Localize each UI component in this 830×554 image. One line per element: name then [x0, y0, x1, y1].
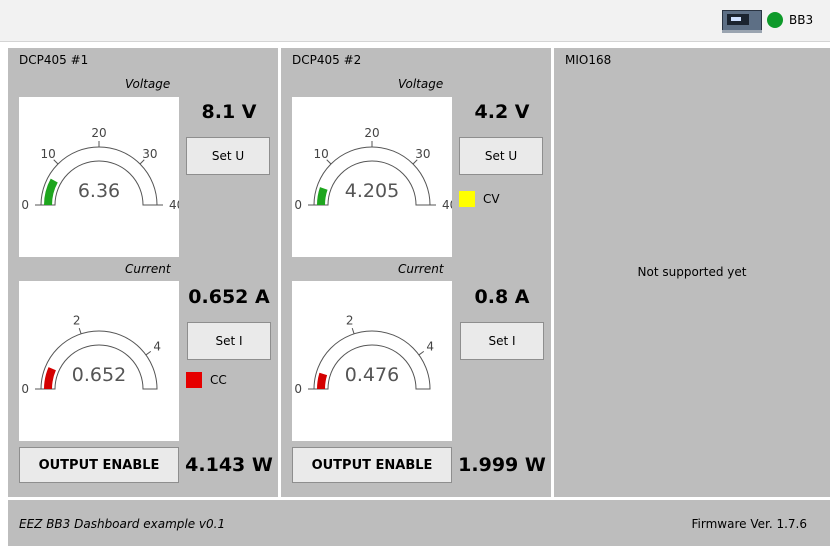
channel-panel-2: DCP405 #2 Voltage 0102030404.205 4.2 V S… — [281, 48, 551, 497]
voltage-gauge: 0 10 20 30 40 4.205 — [292, 97, 452, 257]
current-caption: Current — [125, 262, 171, 276]
channel-panel-1: DCP405 #1 Voltage 0102030406.36 8.1 V Se… — [8, 48, 278, 497]
mio-panel: MIO168 Not supported yet — [554, 48, 830, 497]
output-enable-button[interactable]: OUTPUT ENABLE — [19, 447, 179, 483]
cv-indicator-label: CV — [483, 192, 500, 206]
gauge-tick-label: 0 — [21, 198, 29, 212]
channel-title: DCP405 #1 — [19, 53, 89, 67]
set-voltage-button[interactable]: Set U — [459, 137, 543, 175]
cc-indicator-icon — [186, 372, 202, 388]
voltage-gauge-graphic: 0 10 20 30 40 6.36 — [21, 126, 179, 212]
gauge-tick — [145, 350, 152, 356]
current-caption: Current — [398, 262, 444, 276]
not-supported-message: Not supported yet — [637, 265, 747, 279]
gauge-tick-label: 20 — [364, 126, 379, 140]
gauge-tick — [351, 327, 355, 334]
gauge-tick-label: 2 — [73, 314, 81, 328]
cc-indicator-label: CC — [210, 373, 227, 387]
mio-title: MIO168 — [565, 53, 612, 67]
output-enable-button[interactable]: OUTPUT ENABLE — [292, 447, 452, 483]
set-voltage-button[interactable]: Set U — [186, 137, 270, 175]
gauge-tick — [78, 327, 82, 334]
current-reading: 0.8 A — [474, 286, 530, 308]
set-current-button[interactable]: Set I — [460, 322, 544, 360]
device-thumbnail-icon[interactable] — [722, 10, 762, 33]
current-gauge: 0 2 4 0.652 — [19, 281, 179, 441]
voltage-gauge-graphic: 0 10 20 30 40 4.205 — [294, 126, 452, 212]
gauge-tick-label: 40 — [169, 198, 179, 212]
gauge-tick-label: 30 — [142, 147, 157, 161]
gauge-tick-label: 40 — [442, 198, 452, 212]
cv-indicator-icon — [459, 191, 475, 207]
channel-title: DCP405 #2 — [292, 53, 362, 67]
gauge-tick-label: 4 — [153, 340, 161, 354]
firmware-version: Firmware Ver. 1.7.6 — [691, 517, 807, 531]
gauge-tick-label: 0 — [21, 382, 29, 396]
gauge-value-label: 0.652 — [72, 364, 126, 386]
gauge-value-label: 6.36 — [78, 180, 120, 202]
dashboard-version: EEZ BB3 Dashboard example v0.1 — [19, 517, 226, 531]
gauge-value-label: 0.476 — [345, 364, 399, 386]
footer: EEZ BB3 Dashboard example v0.1 Firmware … — [8, 500, 830, 546]
gauge-tick-label: 30 — [415, 147, 430, 161]
gauge-tick-label: 10 — [40, 147, 55, 161]
voltage-gauge: 0 10 20 30 40 6.36 — [19, 97, 179, 257]
gauge-tick-label: 2 — [346, 314, 354, 328]
gauge-tick-label: 0 — [294, 382, 302, 396]
gauge-tick-label: 0 — [294, 198, 302, 212]
device-name: BB3 — [789, 13, 814, 27]
voltage-caption: Voltage — [125, 77, 171, 91]
top-bar: BB3 — [0, 0, 830, 42]
set-current-button[interactable]: Set I — [187, 322, 271, 360]
gauge-tick-label: 10 — [313, 147, 328, 161]
power-reading: 1.999 W — [458, 454, 546, 476]
gauge-tick — [418, 350, 425, 356]
connection-status-icon — [767, 12, 783, 28]
gauge-tick-label: 4 — [426, 340, 434, 354]
voltage-caption: Voltage — [398, 77, 444, 91]
current-gauge: 0 2 4 0.476 — [292, 281, 452, 441]
voltage-reading: 8.1 V — [201, 101, 257, 123]
voltage-reading: 4.2 V — [474, 101, 530, 123]
current-gauge-graphic: 0 2 4 0.652 — [21, 314, 161, 396]
current-gauge-graphic: 0 2 4 0.476 — [294, 314, 434, 396]
gauge-tick-label: 20 — [91, 126, 106, 140]
power-reading: 4.143 W — [185, 454, 273, 476]
current-reading: 0.652 A — [188, 286, 270, 308]
gauge-value-label: 4.205 — [345, 180, 399, 202]
